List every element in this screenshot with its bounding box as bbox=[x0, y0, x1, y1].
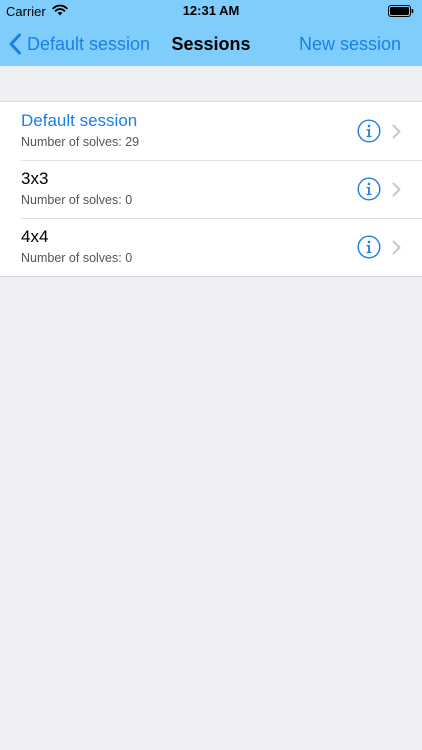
session-row-3x3[interactable]: 3x3 Number of solves: 0 bbox=[0, 160, 422, 218]
session-name: Default session bbox=[21, 111, 138, 130]
chevron-right-icon bbox=[392, 182, 401, 197]
info-icon[interactable] bbox=[357, 177, 381, 201]
status-bar: Carrier 12:31 AM bbox=[0, 0, 422, 22]
info-icon[interactable] bbox=[357, 235, 381, 259]
session-name: 3x3 bbox=[21, 169, 49, 188]
chevron-left-icon bbox=[9, 33, 21, 55]
session-row-default[interactable]: Default session Number of solves: 29 bbox=[0, 102, 422, 160]
chevron-right-icon bbox=[392, 124, 401, 139]
session-solve-count: Number of solves: 0 bbox=[21, 193, 133, 207]
back-button-label: Default session bbox=[27, 33, 151, 54]
battery-icon bbox=[388, 5, 414, 17]
chevron-right-icon bbox=[392, 240, 401, 255]
session-name: 4x4 bbox=[21, 227, 49, 246]
header: Carrier 12:31 AM Default session Session… bbox=[0, 0, 422, 66]
session-solve-count: Number of solves: 29 bbox=[21, 135, 140, 149]
info-icon[interactable] bbox=[357, 119, 381, 143]
new-session-button[interactable]: New session bbox=[299, 22, 401, 66]
navigation-bar: Default session Sessions New session bbox=[0, 22, 422, 66]
sessions-list: Default session Number of solves: 29 3x3… bbox=[0, 101, 422, 277]
session-row-4x4[interactable]: 4x4 Number of solves: 0 bbox=[0, 218, 422, 276]
back-button[interactable]: Default session bbox=[8, 22, 150, 66]
session-solve-count: Number of solves: 0 bbox=[21, 251, 133, 265]
clock: 12:31 AM bbox=[182, 3, 240, 18]
